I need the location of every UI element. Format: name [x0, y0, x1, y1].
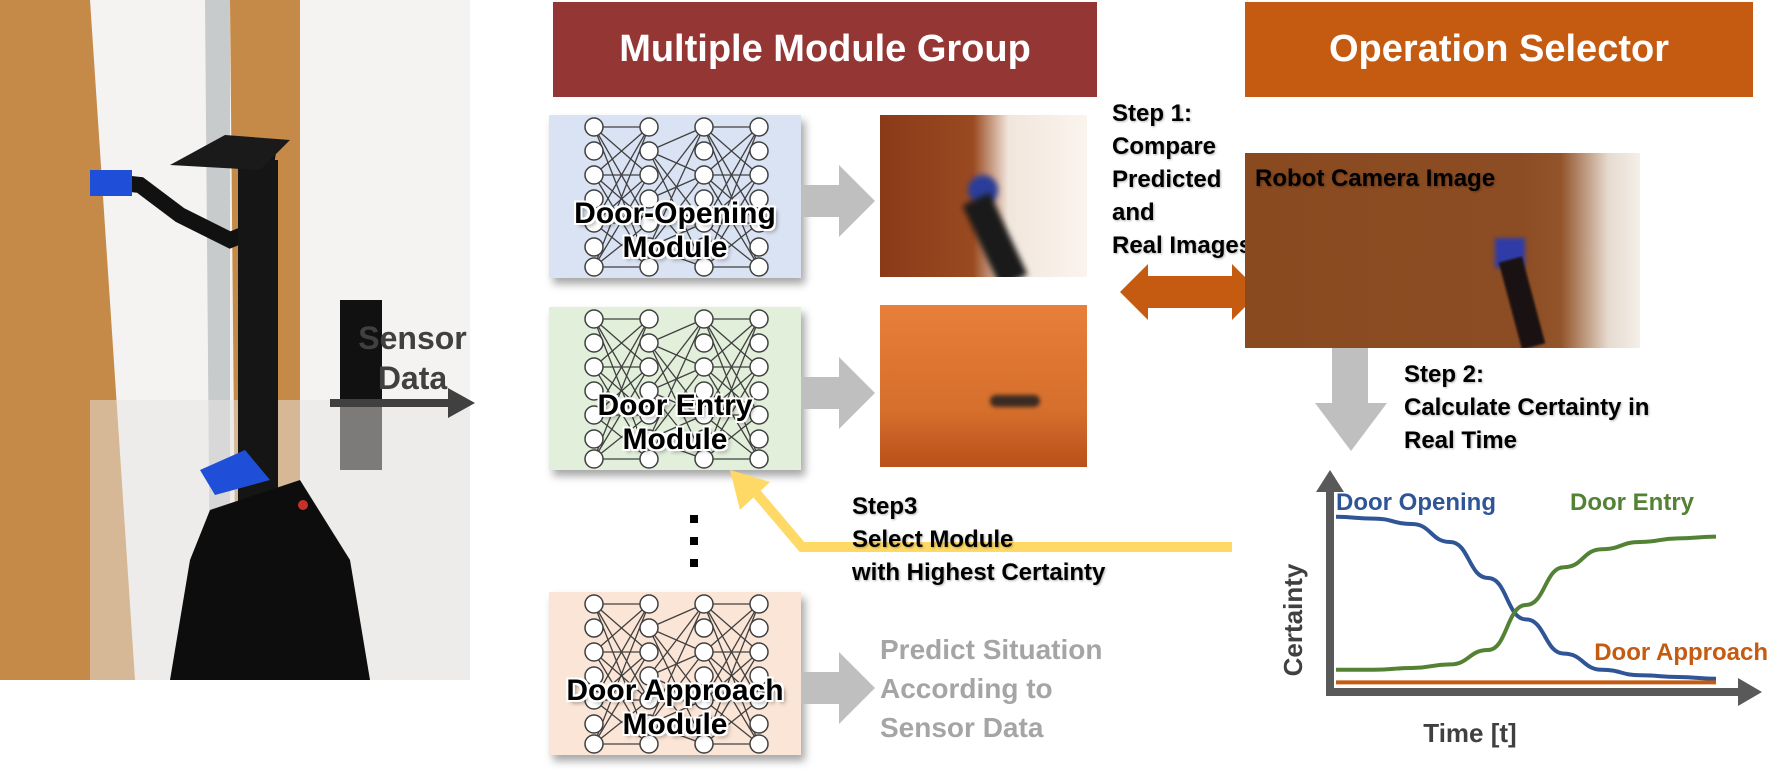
- neuron-node: [749, 333, 769, 353]
- robot-camera-label: Robot Camera Image: [1255, 165, 1496, 192]
- predict-line: According to: [880, 673, 1053, 704]
- step1-line: Predicted: [1112, 166, 1222, 193]
- series-label: Door Entry: [1570, 489, 1695, 516]
- neuron-node: [639, 309, 659, 329]
- neuron-node: [584, 165, 604, 185]
- neuron-node: [584, 642, 604, 662]
- predict-situation-text: Predict Situation According to Sensor Da…: [880, 630, 1102, 747]
- module-group-title: Multiple Module Group: [619, 28, 1031, 70]
- sensor-data-arrow: [330, 388, 475, 418]
- sensor-label-line: Sensor: [358, 320, 467, 356]
- module-suffix: Module: [622, 423, 728, 456]
- neuron-node: [694, 141, 714, 161]
- neuron-node: [749, 594, 769, 614]
- neuron-node: [694, 165, 714, 185]
- module-suffix: Module: [622, 231, 728, 264]
- step2-line: Step 2:: [1404, 361, 1485, 388]
- neuron-node: [639, 594, 659, 614]
- neuron-node: [749, 117, 769, 137]
- neuron-node: [584, 309, 604, 329]
- door-approach-module[interactable]: Door Approach Module: [549, 592, 801, 755]
- neuron-node: [749, 618, 769, 638]
- robot-camera-image: Robot Camera Image: [1245, 153, 1640, 348]
- step1-line: Compare: [1112, 133, 1217, 160]
- neuron-node: [749, 642, 769, 662]
- step3-line: Step3: [852, 493, 918, 520]
- neuron-node: [749, 357, 769, 377]
- neuron-node: [584, 117, 604, 137]
- certainty-chart: Door Opening Door Entry Door Approach Cert…: [1278, 470, 1768, 748]
- module-group-header: Multiple Module Group: [553, 2, 1097, 97]
- step1-line: and: [1112, 199, 1155, 226]
- neuron-node: [694, 642, 714, 662]
- step3-line: Select Module: [852, 526, 1014, 553]
- neuron-node: [694, 594, 714, 614]
- neuron-node: [694, 333, 714, 353]
- neuron-node: [694, 357, 714, 377]
- neuron-node: [584, 594, 604, 614]
- neuron-node: [584, 141, 604, 161]
- step2-line: Calculate Certainty in: [1404, 394, 1650, 421]
- neuron-node: [639, 357, 659, 377]
- neuron-node: [694, 309, 714, 329]
- compare-double-arrow: [1120, 264, 1260, 320]
- neuron-node: [694, 117, 714, 137]
- chart-ylabel: Certainty: [1278, 563, 1308, 676]
- series-label: Door Opening: [1336, 489, 1496, 516]
- neuron-node: [639, 117, 659, 137]
- neuron-node: [639, 642, 659, 662]
- step3-text: Step3 Select Module with Highest Certain…: [852, 490, 1105, 589]
- neuron-node: [584, 618, 604, 638]
- neuron-node: [749, 309, 769, 329]
- neuron-node: [639, 165, 659, 185]
- predict-line: Sensor Data: [880, 712, 1044, 743]
- module-name: Door Entry: [597, 389, 753, 422]
- neuron-node: [639, 141, 659, 161]
- door-entry-module[interactable]: Door Entry Module: [549, 307, 801, 470]
- sensor-data-label: Sensor Data: [340, 318, 485, 398]
- step2-line: Real Time: [1404, 427, 1517, 454]
- chart-xlabel: Time [t]: [1423, 718, 1516, 748]
- step2-text: Step 2: Calculate Certainty in Real Time: [1404, 358, 1649, 457]
- module-ellipsis: [680, 510, 710, 570]
- x-axis-arrowhead: [1738, 678, 1762, 706]
- door-opening-module[interactable]: Door-Opening Module: [549, 115, 801, 278]
- neuron-node: [639, 333, 659, 353]
- prediction-arrow: [801, 652, 875, 724]
- predicted-image-door-opening: [880, 115, 1087, 277]
- series-label: Door Approach: [1594, 639, 1768, 666]
- neuron-node: [639, 618, 659, 638]
- neuron-node: [749, 165, 769, 185]
- prediction-arrow: [801, 165, 875, 237]
- certainty-down-arrow: [1315, 348, 1387, 451]
- module-suffix: Module: [622, 708, 728, 741]
- neuron-node: [694, 618, 714, 638]
- step1-line: Step 1:: [1112, 100, 1193, 127]
- neuron-node: [584, 333, 604, 353]
- operation-selector-title: Operation Selector: [1329, 28, 1669, 70]
- predicted-image-door-entry: [880, 305, 1087, 467]
- prediction-arrow: [801, 357, 875, 429]
- module-name: Door Approach: [566, 674, 784, 707]
- neuron-node: [584, 357, 604, 377]
- step3-line: with Highest Certainty: [852, 559, 1106, 586]
- step1-text: Step 1: Compare Predicted and Real Image…: [1112, 97, 1252, 262]
- step1-line: Real Images: [1112, 232, 1253, 259]
- neuron-node: [749, 141, 769, 161]
- predict-line: Predict Situation: [880, 634, 1103, 665]
- module-name: Door-Opening: [574, 197, 776, 230]
- operation-selector-header: Operation Selector: [1245, 2, 1753, 97]
